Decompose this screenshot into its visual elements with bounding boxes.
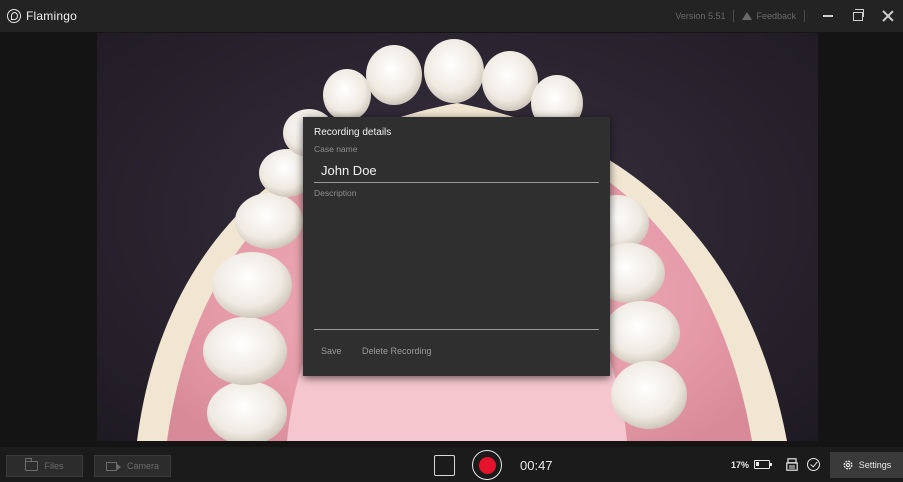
warning-icon	[742, 12, 753, 20]
files-label: Files	[44, 461, 64, 471]
record-dot-icon	[478, 456, 496, 474]
close-icon	[882, 10, 894, 22]
feedback-link[interactable]: Feedback	[742, 11, 796, 21]
camera-label: Camera	[126, 461, 159, 471]
battery-percent: 17%	[731, 460, 750, 470]
title-separator	[733, 10, 735, 22]
title-bar: Flamingo Version 5.51 Feedback	[0, 0, 903, 32]
folder-icon	[25, 458, 39, 471]
recording-details-dialog: Recording details Case name Description …	[303, 117, 610, 376]
settings-button[interactable]: Settings	[830, 452, 903, 478]
description-label: Description	[314, 188, 357, 198]
app-title: Flamingo	[26, 9, 77, 23]
connected-check-icon	[807, 458, 820, 471]
battery-icon	[754, 460, 772, 469]
version-label: Version 5.51	[675, 11, 726, 21]
description-textarea[interactable]	[314, 202, 599, 330]
camera-button[interactable]: Camera	[94, 455, 171, 477]
flamingo-logo-icon	[7, 9, 21, 23]
feedback-label: Feedback	[756, 11, 796, 21]
title-separator	[804, 10, 805, 22]
case-name-label: Case name	[314, 144, 358, 154]
close-button[interactable]	[873, 0, 903, 32]
minimize-button[interactable]	[813, 0, 843, 32]
gear-icon	[843, 460, 853, 470]
restore-button[interactable]	[843, 0, 873, 32]
restore-icon	[853, 8, 864, 21]
camera-icon	[105, 461, 121, 471]
delete-recording-button[interactable]: Delete Recording	[362, 346, 432, 356]
device-icon	[786, 458, 798, 471]
dialog-title: Recording details	[314, 127, 392, 138]
settings-label: Settings	[858, 460, 892, 470]
save-button[interactable]: Save	[321, 346, 342, 356]
case-name-input[interactable]	[314, 159, 599, 183]
stop-button[interactable]	[434, 455, 455, 476]
title-bar-right: Version 5.51 Feedback	[675, 0, 903, 32]
minimize-icon	[823, 15, 833, 17]
record-button[interactable]	[472, 450, 502, 480]
files-button[interactable]: Files	[6, 455, 83, 477]
recording-timer: 00:47	[520, 458, 553, 473]
